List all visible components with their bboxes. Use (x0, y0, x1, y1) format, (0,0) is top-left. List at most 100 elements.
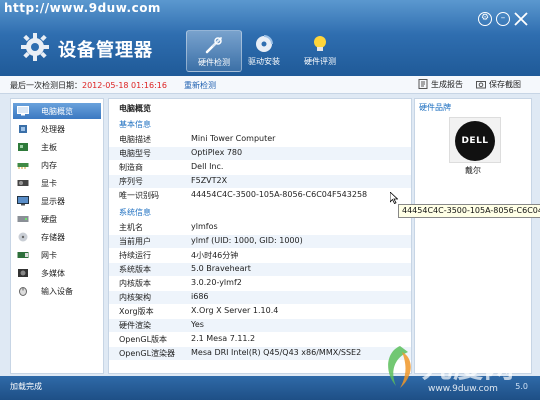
status-text: 加载完成 (10, 382, 42, 391)
camera-icon (476, 81, 486, 89)
device-manager-window: http://www.9duw.com 设备管理器 硬件检测 驱动安装 硬件评测… (0, 0, 540, 400)
dell-logo: DELL (455, 121, 495, 161)
watermark-logo: 九度网 www.9duw.com (376, 340, 540, 398)
last-check-time: 2012-05-18 01:16:16 (82, 81, 167, 90)
hardware-brand-panel: 硬件品牌 DELL 戴尔 (414, 98, 532, 374)
info-key: 唯一识别码 (119, 191, 159, 200)
overview-panel: 电脑概览 基本信息 电脑描述 Mini Tower Computer 电脑型号 Op… (108, 98, 412, 374)
tab-label: 驱动安装 (248, 57, 280, 66)
info-row: Xorg版本 X.Org X Server 1.10.4 (109, 305, 411, 318)
info-key: 序列号 (119, 177, 143, 186)
sidebar-item-graphics[interactable]: 显卡 (13, 175, 101, 191)
sidebar-item-overview[interactable]: 电脑概览 (13, 103, 101, 119)
sidebar-item-label: 输入设备 (41, 287, 73, 296)
sidebar-item-monitor[interactable]: 显示器 (13, 193, 101, 209)
info-row: 当前用户 ylmf (UID: 1000, GID: 1000) (109, 235, 411, 248)
info-row: 电脑型号 OptiPlex 780 (109, 147, 411, 160)
sidebar-item-network[interactable]: 网卡 (13, 247, 101, 263)
tooltip: 44454C4C-3500-105A-8056-C6C04F (398, 204, 540, 218)
info-key: 系统版本 (119, 265, 151, 274)
info-key: 持续运行 (119, 251, 151, 260)
minimize-button[interactable]: – (496, 12, 510, 26)
save-screenshot-button[interactable]: 保存截图 (476, 79, 521, 90)
info-value: i686 (191, 292, 209, 301)
mouse-cursor-icon (390, 192, 398, 204)
info-key: Xorg版本 (119, 307, 154, 316)
brand-name: 戴尔 (465, 166, 481, 175)
watermark-logo-url: www.9duw.com (428, 384, 498, 394)
info-key: 当前用户 (119, 237, 151, 246)
recheck-link[interactable]: 重新检测 (184, 80, 216, 91)
info-row: 内核版本 3.0.20-ylmf2 (109, 277, 411, 290)
info-row: 系统版本 5.0 Braveheart (109, 263, 411, 276)
gear-logo-icon (21, 33, 49, 61)
memory-icon (17, 163, 29, 169)
info-value: Mesa DRI Intel(R) Q45/Q43 x86/MMX/SSE2 (191, 348, 362, 357)
sidebar-item-input-devices[interactable]: 输入设备 (13, 283, 101, 299)
cpu-icon (19, 125, 27, 133)
multimedia-icon (18, 269, 28, 277)
info-key: 硬件渲染 (119, 321, 151, 330)
sidebar-item-storage[interactable]: 存储器 (13, 229, 101, 245)
sidebar-item-label: 显卡 (41, 179, 57, 188)
info-value: X.Org X Server 1.10.4 (191, 306, 279, 315)
sidebar-item-label: 电脑概览 (41, 107, 73, 116)
info-row: OpenGL版本 2.1 Mesa 7.11.2 (109, 333, 411, 346)
info-value: 4小时46分钟 (191, 251, 239, 260)
info-key: 电脑型号 (119, 149, 151, 158)
info-value: 44454C4C-3500-105A-8056-C6C04F543258 (191, 190, 368, 199)
sidebar-item-hard-disk[interactable]: 硬盘 (13, 211, 101, 227)
tab-driver-install[interactable]: 驱动安装 (236, 30, 292, 72)
info-row: 序列号 F5ZVT2X (109, 175, 411, 188)
tab-hardware-benchmark[interactable]: 硬件评测 (292, 30, 348, 72)
info-row: 主机名 ylmfos (109, 221, 411, 234)
info-key: 电脑描述 (119, 135, 151, 144)
watermark-swirl-icon (388, 346, 411, 388)
info-key: 内核架构 (119, 293, 151, 302)
graphics-card-icon (17, 180, 29, 186)
info-value: ylmf (UID: 1000, GID: 1000) (191, 236, 303, 245)
info-row: 电脑描述 Mini Tower Computer (109, 133, 411, 146)
basic-info-heading: 基本信息 (119, 120, 151, 129)
driver-disc-icon (256, 35, 273, 52)
system-info-heading: 系统信息 (119, 208, 151, 217)
last-check-info: 最后一次检测日期：2012-05-18 01:16:16 (10, 80, 167, 91)
storage-icon (18, 232, 28, 242)
sidebar-item-label: 内存 (41, 161, 57, 170)
info-row: 制造商 Dell Inc. (109, 161, 411, 174)
info-value: Dell Inc. (191, 162, 224, 171)
screenshot-label: 保存截图 (489, 80, 521, 89)
header-bar: http://www.9duw.com 设备管理器 硬件检测 驱动安装 硬件评测… (0, 0, 540, 76)
last-check-label: 最后一次检测日期： (10, 81, 82, 90)
lightbulb-icon (314, 36, 326, 51)
info-row: OpenGL渲染器 Mesa DRI Intel(R) Q45/Q43 x86/M… (109, 347, 411, 360)
report-icon (418, 79, 428, 89)
app-title: 设备管理器 (58, 40, 153, 61)
sidebar-item-cpu[interactable]: 处理器 (13, 121, 101, 137)
info-value: F5ZVT2X (191, 176, 228, 185)
brand-heading: 硬件品牌 (419, 103, 451, 112)
network-card-icon (17, 252, 29, 258)
sidebar-item-label: 多媒体 (41, 269, 65, 278)
tab-hardware-detect[interactable]: 硬件检测 (186, 30, 242, 72)
sidebar-item-motherboard[interactable]: 主板 (13, 139, 101, 155)
generate-report-button[interactable]: 生成报告 (418, 79, 463, 90)
sidebar-item-label: 存储器 (41, 233, 65, 242)
sidebar-item-multimedia[interactable]: 多媒体 (13, 265, 101, 281)
watermark-logo-text: 九度网 (422, 350, 515, 385)
info-key: 主机名 (119, 223, 143, 232)
info-value: 5.0 Braveheart (191, 264, 251, 273)
wrench-icon (205, 37, 222, 54)
info-key: 制造商 (119, 163, 143, 172)
sidebar-item-memory[interactable]: 内存 (13, 157, 101, 173)
info-value: 2.1 Mesa 7.11.2 (191, 334, 256, 343)
hard-disk-icon (17, 216, 29, 222)
sidebar-item-label: 处理器 (41, 125, 65, 134)
settings-button[interactable]: ⚙ (478, 12, 492, 26)
sidebar-item-label: 网卡 (41, 251, 57, 260)
input-device-icon (19, 287, 27, 296)
close-icon[interactable] (512, 10, 530, 28)
brand-logo-card: DELL (449, 117, 501, 163)
info-row: 内核架构 i686 (109, 291, 411, 304)
sidebar-item-label: 硬盘 (41, 215, 57, 224)
